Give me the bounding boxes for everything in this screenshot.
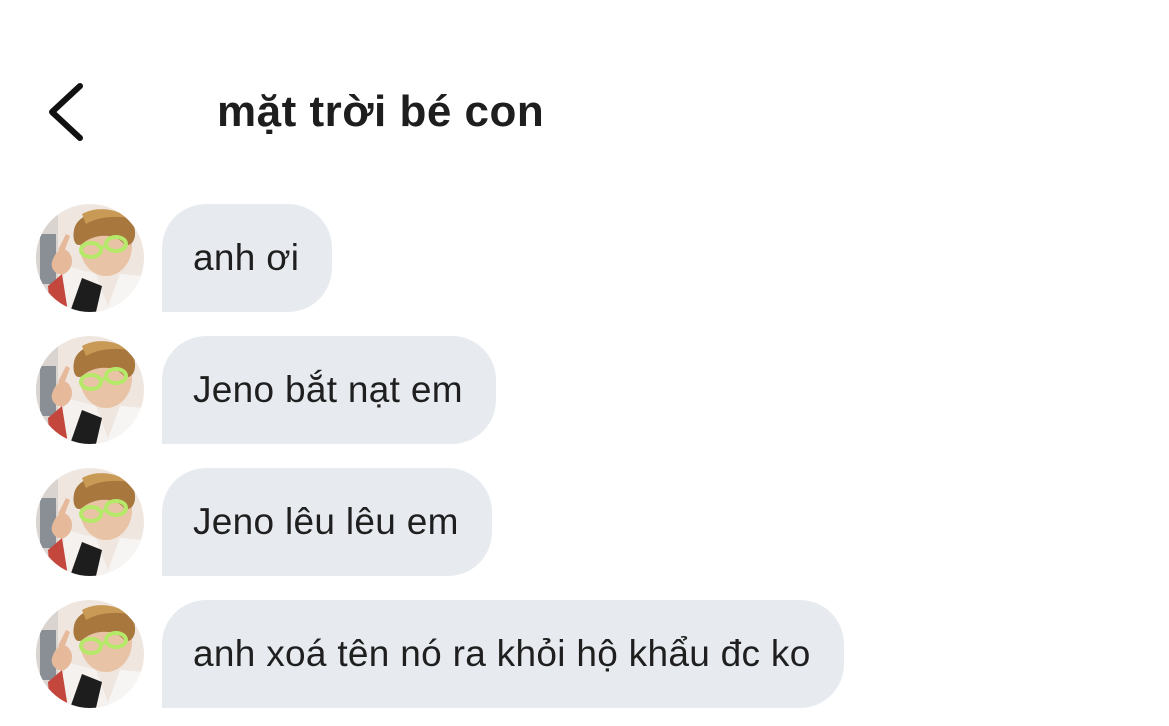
avatar[interactable] <box>36 336 144 444</box>
message-row: Jeno lêu lêu em <box>0 468 1169 576</box>
message-bubble[interactable]: anh xoá tên nó ra khỏi hộ khẩu đc ko <box>162 600 844 708</box>
avatar-photo <box>36 468 144 576</box>
avatar-photo <box>36 600 144 708</box>
message-text: anh ơi <box>193 237 300 278</box>
page-title: mặt trời bé con <box>217 87 545 136</box>
message-bubble[interactable]: Jeno bắt nạt em <box>162 336 496 444</box>
message-bubble[interactable]: Jeno lêu lêu em <box>162 468 492 576</box>
message-text: anh xoá tên nó ra khỏi hộ khẩu đc ko <box>193 633 811 674</box>
message-row: Jeno bắt nạt em <box>0 336 1169 444</box>
message-text: Jeno lêu lêu em <box>193 501 459 542</box>
avatar[interactable] <box>36 204 144 312</box>
message-row: anh ơi <box>0 204 1169 312</box>
chat-header: mặt trời bé con <box>0 70 1169 154</box>
avatar-photo <box>36 336 144 444</box>
avatar-photo <box>36 204 144 312</box>
message-bubble[interactable]: anh ơi <box>162 204 333 312</box>
chevron-left-icon <box>49 83 83 141</box>
avatar[interactable] <box>36 468 144 576</box>
avatar[interactable] <box>36 600 144 708</box>
back-button[interactable] <box>40 80 92 144</box>
message-row: anh xoá tên nó ra khỏi hộ khẩu đc ko <box>0 600 1169 708</box>
message-text: Jeno bắt nạt em <box>193 369 463 410</box>
